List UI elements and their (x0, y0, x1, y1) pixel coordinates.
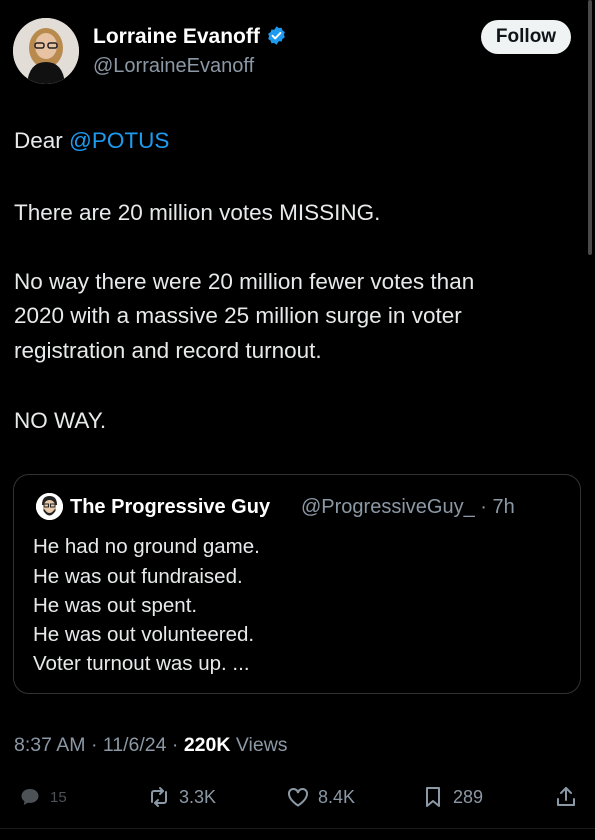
quoted-tweet-line: He was out volunteered. (33, 623, 255, 646)
views-label: Views (230, 734, 288, 756)
verified-badge-icon (266, 25, 287, 52)
tweet-line: No way there were 20 million fewer votes… (14, 269, 475, 294)
reply-icon (21, 789, 39, 805)
reply-count: 15 (50, 788, 67, 806)
quoted-author-meta: @ProgressiveGuy_ · 7h (301, 496, 515, 519)
author-avatar-image (13, 18, 79, 84)
tweet-line: 2020 with a massive 25 million surge in … (14, 303, 462, 328)
share-button[interactable] (554, 784, 586, 810)
share-icon (557, 787, 575, 806)
reply-button[interactable]: 15 (18, 784, 67, 810)
author-name-text[interactable]: Lorraine Evanoff (93, 25, 260, 48)
author-name[interactable]: Lorraine Evanoff (93, 25, 287, 52)
repost-button[interactable]: 3.3K (147, 784, 216, 810)
repost-icon (151, 787, 167, 807)
quoted-tweet-line: He was out spent. (33, 594, 198, 617)
mention-link[interactable]: @POTUS (69, 128, 169, 153)
like-button[interactable]: 8.4K (286, 784, 355, 810)
tweet-timestamp[interactable]: 8:37 AM · 11/6/24 · (14, 734, 184, 756)
scrollbar[interactable] (588, 0, 592, 255)
views-count: 220K (183, 734, 231, 756)
bookmark-button[interactable]: 289 (421, 784, 483, 810)
repost-count: 3.3K (179, 786, 217, 807)
quoted-avatar-image (36, 493, 63, 520)
divider (0, 828, 595, 829)
greeting-text: Dear (14, 128, 70, 153)
bookmark-icon (426, 787, 440, 807)
quoted-tweet-line: He was out fundraised. (33, 565, 243, 588)
author-avatar[interactable] (13, 18, 79, 84)
quoted-author-handle[interactable]: @ProgressiveGuy_ (301, 496, 475, 518)
quoted-tweet-line: He had no ground game. (33, 535, 260, 558)
tweet-line: registration and record turnout. (14, 338, 322, 363)
bookmark-count: 289 (453, 786, 484, 807)
quoted-tweet-age: · 7h (474, 496, 515, 518)
tweet-line: NO WAY. (14, 408, 107, 433)
quoted-author-name[interactable]: The Progressive Guy (70, 496, 270, 519)
heart-icon (288, 787, 308, 807)
like-count: 8.4K (318, 786, 356, 807)
author-handle[interactable]: @LorraineEvanoff (93, 55, 254, 78)
quoted-tweet-line: Voter turnout was up. ... (33, 652, 250, 675)
quoted-author-avatar[interactable] (36, 493, 63, 520)
follow-button[interactable]: Follow (481, 20, 571, 54)
tweet-meta: 8:37 AM · 11/6/24 · 220K Views (14, 734, 288, 757)
tweet-greeting: Dear @POTUS (14, 124, 169, 158)
tweet-line: There are 20 million votes MISSING. (14, 200, 381, 225)
